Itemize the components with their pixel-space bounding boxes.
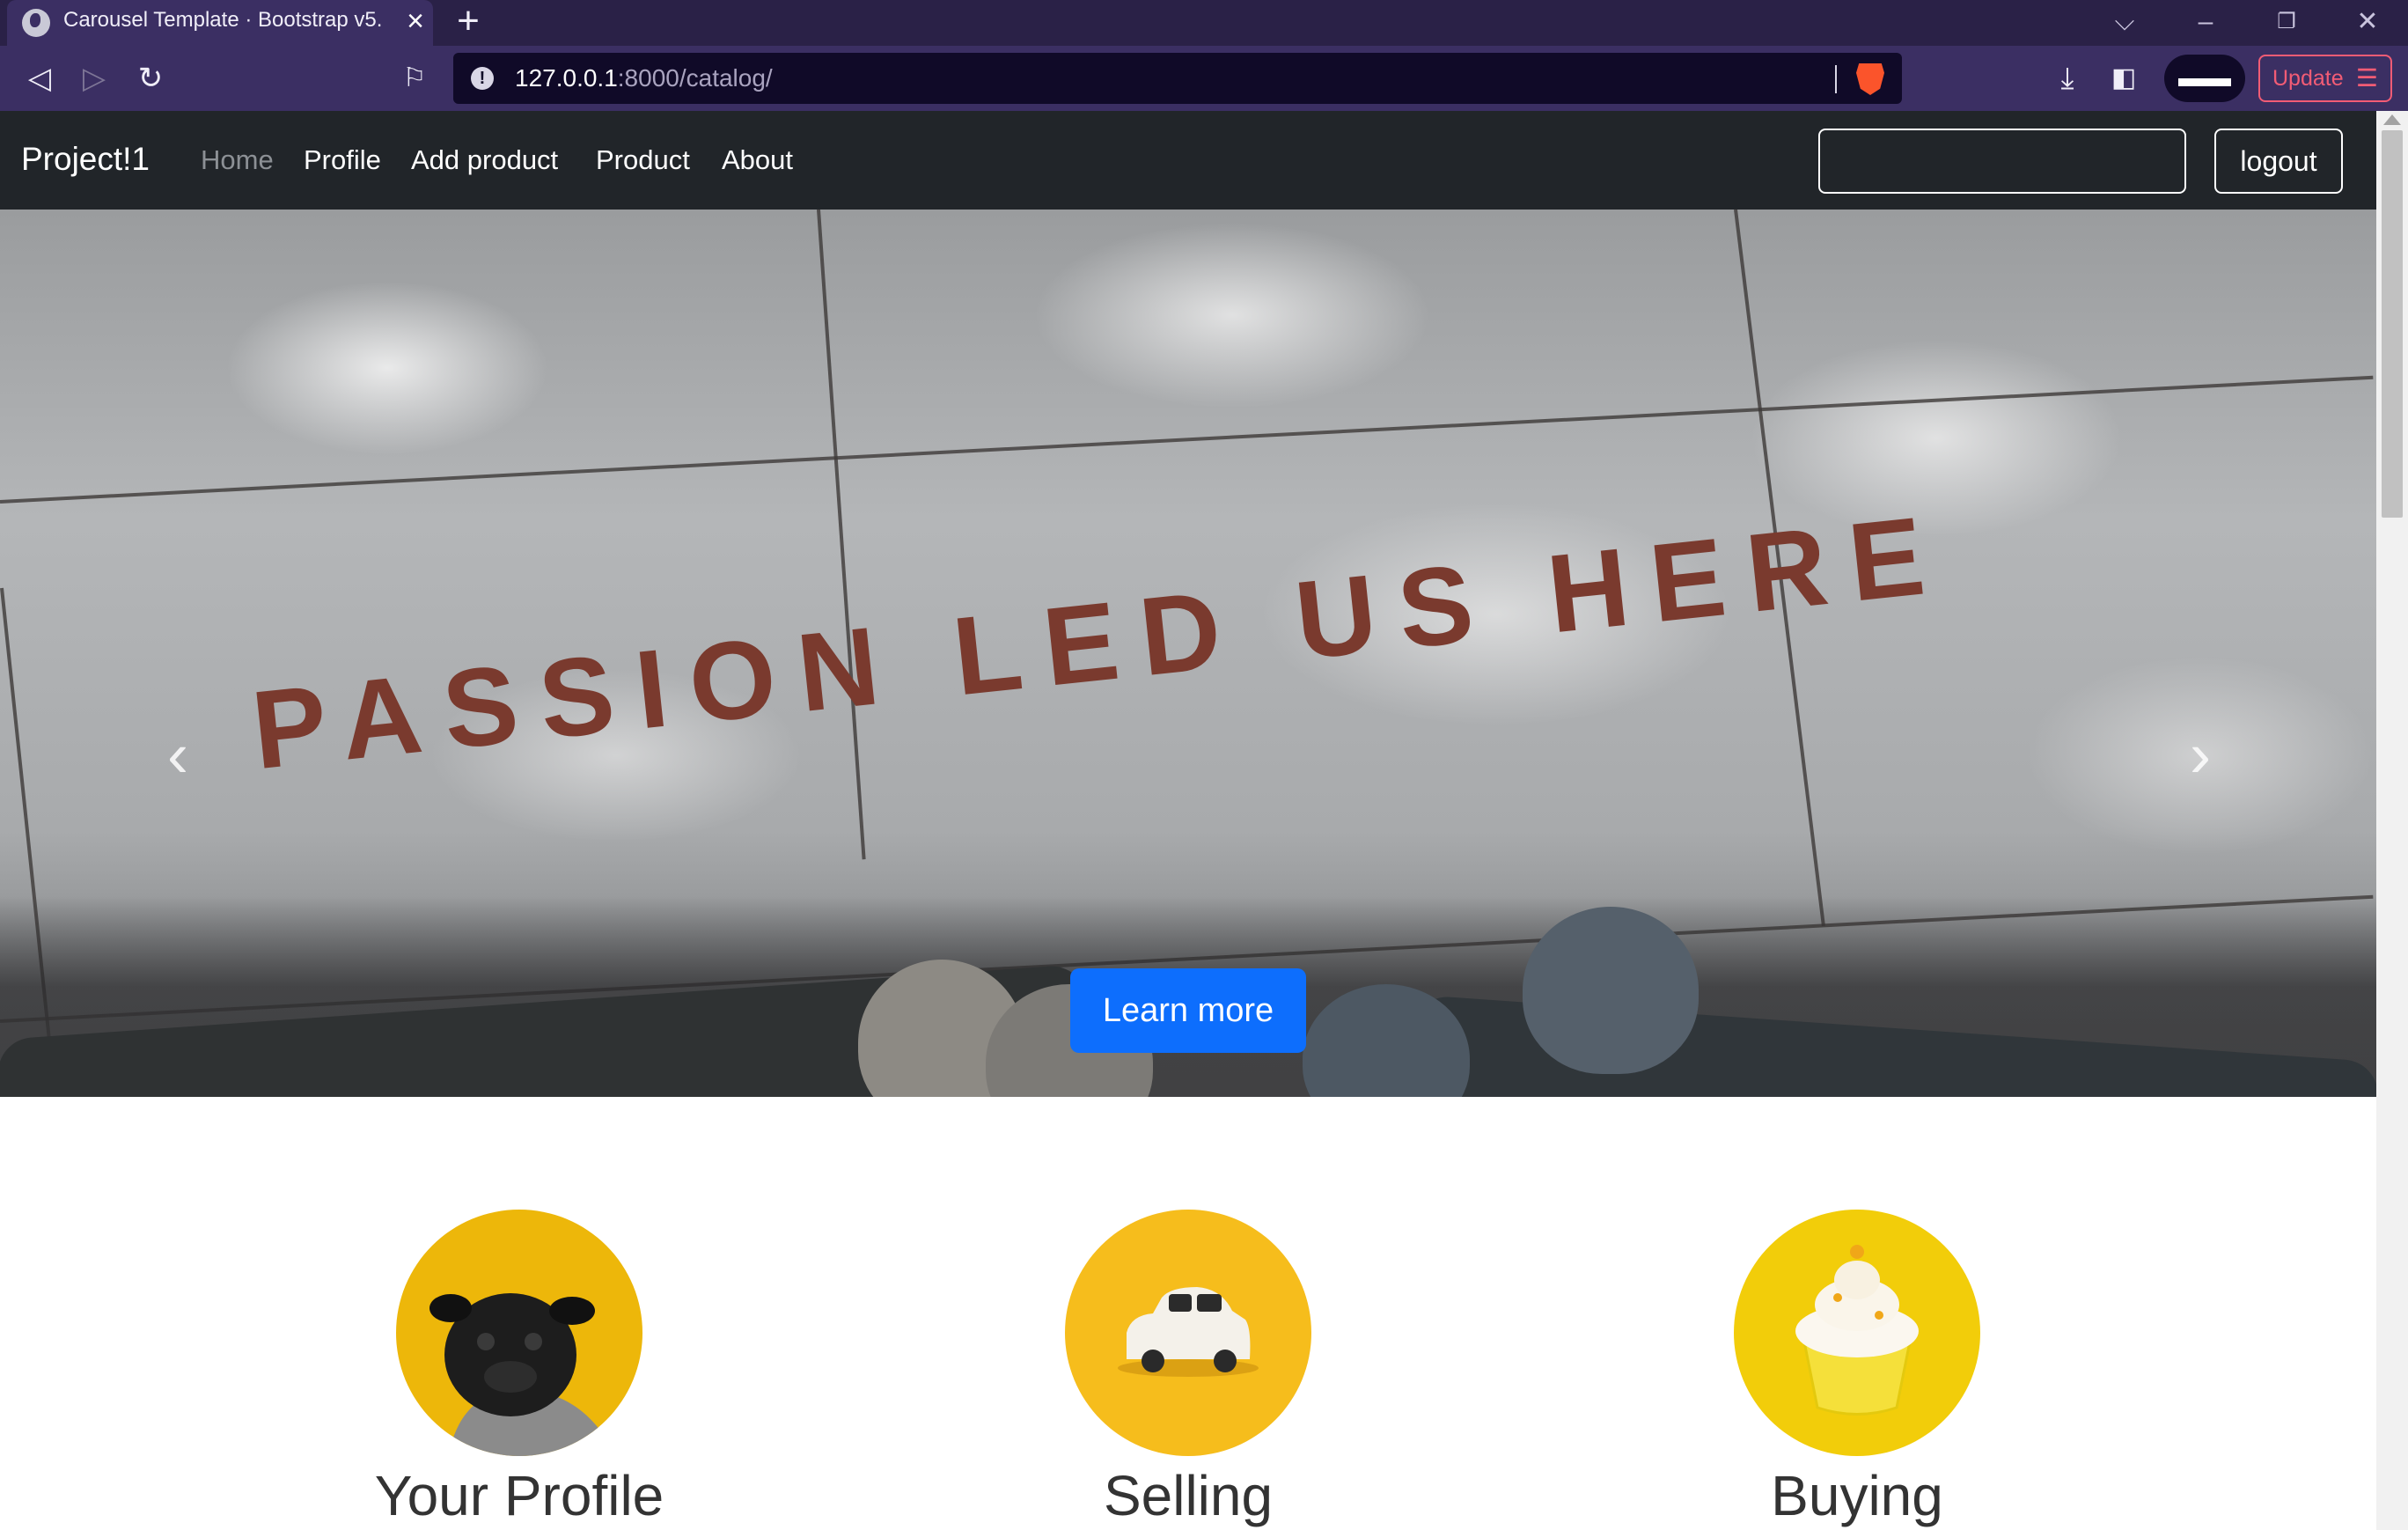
back-button[interactable]: ◁	[18, 56, 62, 100]
vpn-glasses-icon[interactable]: ▬▬	[2164, 55, 2245, 102]
sneaker-right	[1523, 907, 1699, 1074]
site-info-icon[interactable]: !	[471, 67, 494, 90]
learn-more-button[interactable]: Learn more	[1070, 968, 1306, 1053]
minimize-button[interactable]: –	[2181, 2, 2230, 42]
brave-shields-icon[interactable]	[1856, 63, 1884, 95]
cupcake-image	[1734, 1210, 1980, 1456]
brand-logo[interactable]: Project!1	[21, 141, 150, 178]
nav-about[interactable]: About	[722, 144, 793, 176]
toy-car-image	[1065, 1210, 1311, 1456]
pug-dog-image	[396, 1210, 642, 1456]
browser-toolbar: ◁ ▷ ↻ ⚐ ! 127.0.0.1:8000/catalog/ ⤓ ◧ ▬▬…	[0, 46, 2408, 111]
browser-tabstrip: Carousel Template · Bootstrap v5. × + ⌵ …	[0, 0, 2408, 46]
sidebar-icon[interactable]: ◧	[2102, 56, 2146, 100]
tile-seam	[817, 210, 866, 860]
tab-search-chevron-icon[interactable]: ⌵	[2100, 2, 2149, 42]
nav-home[interactable]: Home	[201, 144, 274, 176]
nav-product[interactable]: Product	[596, 144, 690, 176]
hero-carousel: PASSION LED US HERE ‹ › Learn more	[0, 210, 2376, 1097]
window-close-button[interactable]: ✕	[2343, 2, 2392, 42]
url-text: 127.0.0.1:8000/catalog/	[515, 64, 773, 92]
site-navbar: Project!1 Home Profile Add product Produ…	[0, 111, 2376, 210]
globe-icon	[22, 9, 50, 37]
omnibox-divider	[1835, 65, 1837, 93]
feature-title: Buying	[1771, 1464, 1943, 1527]
feature-title: Selling	[1103, 1464, 1274, 1527]
feature-title: Your Profile	[374, 1464, 664, 1527]
nav-add-product[interactable]: Add product	[411, 144, 558, 176]
new-tab-button[interactable]: +	[449, 2, 488, 42]
download-icon[interactable]: ⤓	[2045, 56, 2089, 100]
feature-buying: Buying	[1628, 1210, 2086, 1530]
cupcake-illustration	[1795, 1245, 1919, 1416]
scroll-up-arrow-icon[interactable]	[2383, 114, 2401, 125]
feature-your-profile: Your Profile	[290, 1210, 748, 1530]
nav-profile[interactable]: Profile	[304, 144, 381, 176]
carousel-next-icon[interactable]: ›	[2174, 720, 2227, 791]
feature-selling: Selling	[959, 1210, 1417, 1530]
pavement-lettering: PASSION LED US HERE	[246, 490, 1953, 793]
restore-button[interactable]: ❐	[2262, 2, 2311, 42]
update-label: Update	[2272, 66, 2344, 91]
reload-button[interactable]: ↻	[128, 56, 173, 100]
forward-button[interactable]: ▷	[72, 56, 116, 100]
address-bar[interactable]: ! 127.0.0.1:8000/catalog/	[453, 53, 1902, 104]
browser-tab[interactable]: Carousel Template · Bootstrap v5. ×	[7, 0, 433, 46]
scrollbar-thumb[interactable]	[2382, 130, 2403, 518]
logout-button[interactable]: logout	[2214, 129, 2343, 194]
pug-illustration	[429, 1293, 616, 1456]
toy-car-illustration	[1118, 1287, 1259, 1377]
page-scrollbar[interactable]	[2376, 111, 2408, 1530]
search-input[interactable]	[1818, 129, 2186, 194]
menu-icon: ☰	[2355, 64, 2378, 92]
bookmark-icon[interactable]: ⚐	[393, 56, 437, 100]
page-viewport: Project!1 Home Profile Add product Produ…	[0, 111, 2408, 1530]
update-button[interactable]: Update ☰	[2258, 55, 2392, 102]
close-tab-icon[interactable]: ×	[400, 5, 431, 37]
tab-title: Carousel Template · Bootstrap v5.	[63, 8, 383, 32]
carousel-prev-icon[interactable]: ‹	[151, 720, 204, 791]
